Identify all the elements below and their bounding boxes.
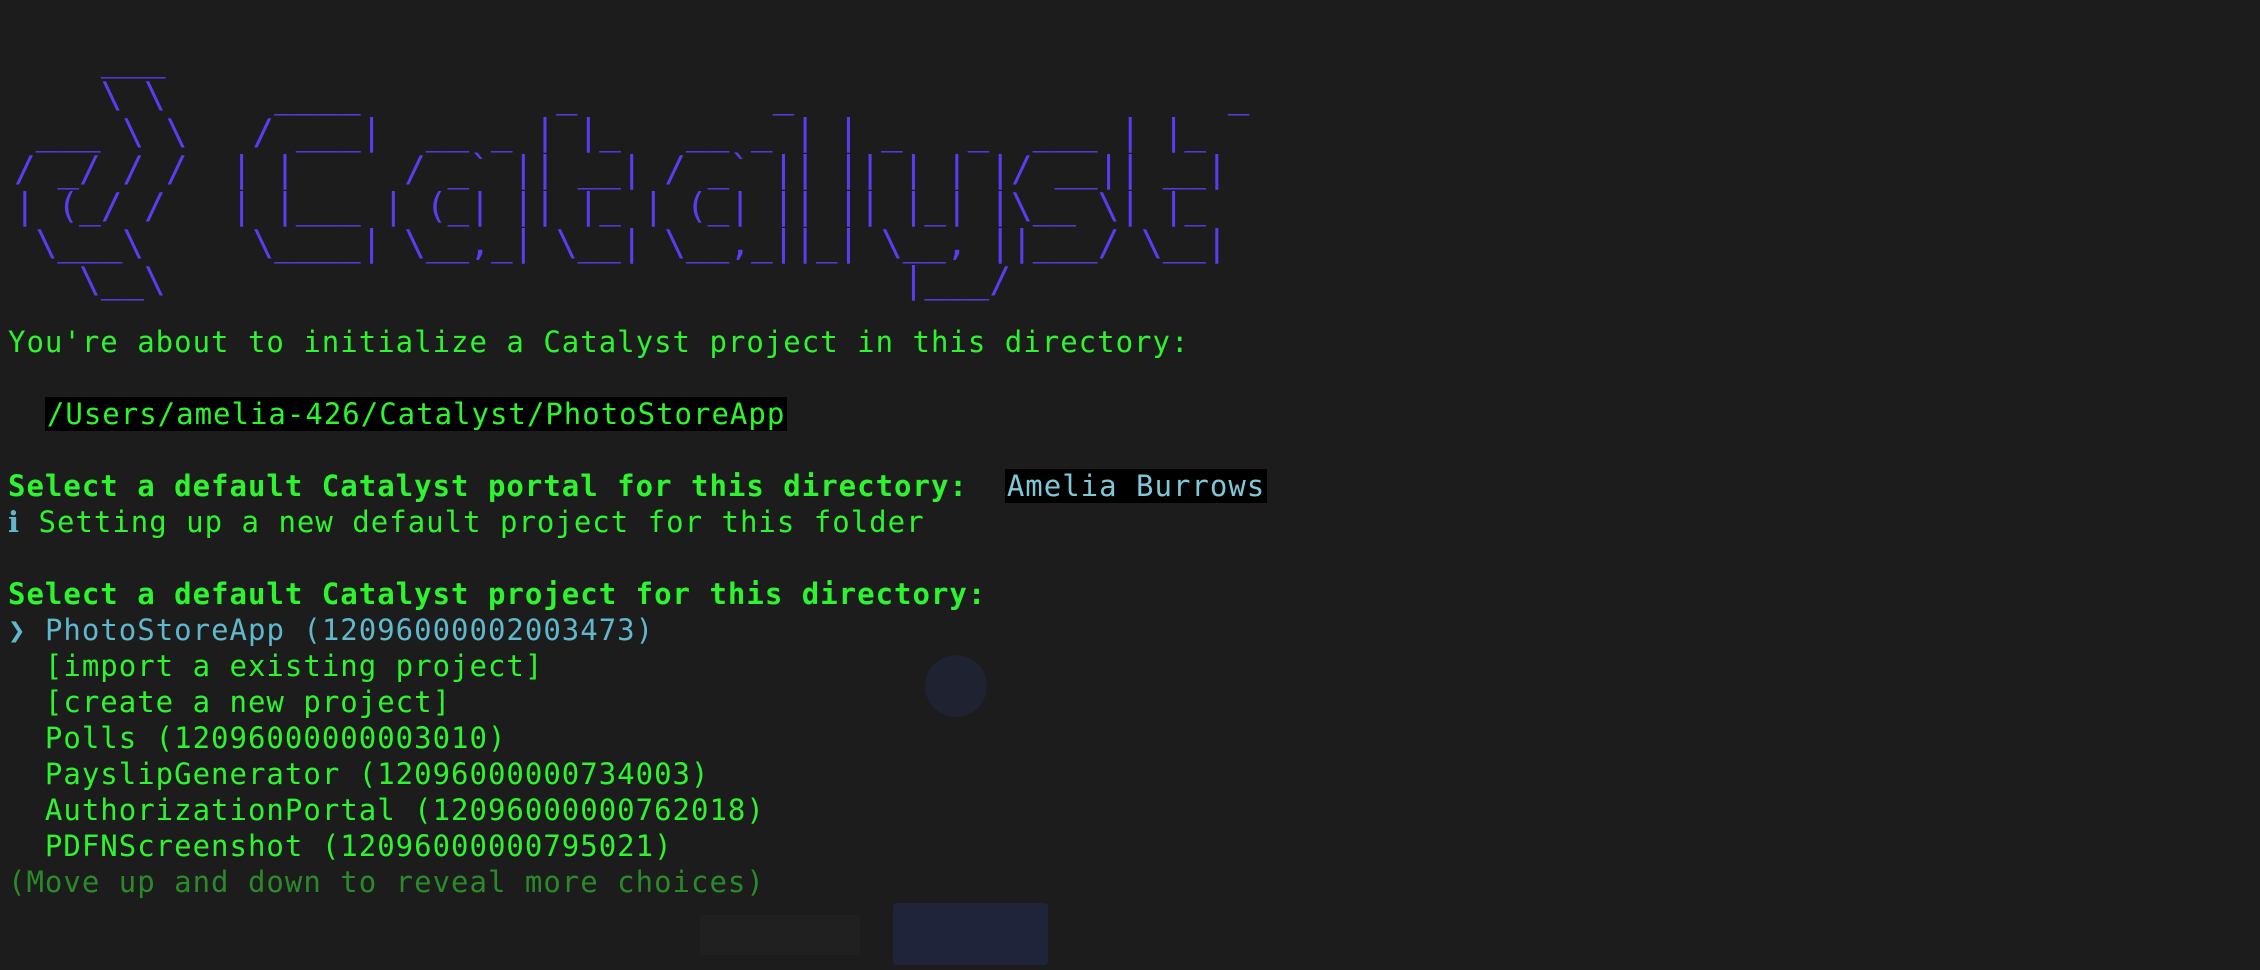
project-choice[interactable]: AuthorizationPortal (12096000000762018) xyxy=(8,792,765,828)
ghost-avatar xyxy=(925,655,987,717)
info-line: ℹ Setting up a new default project for t… xyxy=(8,504,925,540)
choice-label: PayslipGenerator (12096000000734003) xyxy=(44,757,710,791)
intro-message: You're about to initialize a Catalyst pr… xyxy=(8,325,1190,359)
project-choice[interactable]: PDFNScreenshot (12096000000795021) xyxy=(8,828,673,864)
project-choice[interactable]: [create a new project] xyxy=(8,684,451,720)
info-message: Setting up a new default project for thi… xyxy=(38,505,925,539)
directory-path: /Users/amelia-426/Catalyst/PhotoStoreApp xyxy=(44,397,788,431)
ghost-primary-button xyxy=(893,903,1048,965)
project-choice[interactable]: [import a existing project] xyxy=(8,648,543,684)
project-choice-selected[interactable]: ❯ PhotoStoreApp (12096000002003473) xyxy=(8,612,654,648)
catalyst-ascii-logo: ___ \ \ ____ _ _ _ ___ \ \ / ___| __ _ |… xyxy=(14,38,1250,301)
cursor-chevron-icon: ❯ xyxy=(8,613,27,647)
choice-label: [import a existing project] xyxy=(44,649,544,683)
choice-label: Polls (12096000000003010) xyxy=(44,721,507,755)
directory-path-line: /Users/amelia-426/Catalyst/PhotoStoreApp xyxy=(8,396,788,432)
portal-answer: Amelia Burrows xyxy=(1004,469,1268,503)
ghost-secondary-button xyxy=(700,915,860,955)
project-choice[interactable]: Polls (12096000000003010) xyxy=(8,720,506,756)
choice-label: [create a new project] xyxy=(44,685,452,719)
choice-label: PhotoStoreApp (12096000002003473) xyxy=(44,613,655,647)
choice-label: PDFNScreenshot (12096000000795021) xyxy=(44,829,673,863)
project-choice[interactable]: PayslipGenerator (12096000000734003) xyxy=(8,756,709,792)
choice-label: AuthorizationPortal (12096000000762018) xyxy=(44,793,765,827)
info-icon: ℹ xyxy=(8,505,21,539)
portal-question: Select a default Catalyst portal for thi… xyxy=(8,469,968,503)
project-question: Select a default Catalyst project for th… xyxy=(8,577,987,611)
scroll-hint: (Move up and down to reveal more choices… xyxy=(8,865,765,899)
portal-prompt-line: Select a default Catalyst portal for thi… xyxy=(8,468,1268,504)
terminal-window: ___ \ \ ____ _ _ _ ___ \ \ / ___| __ _ |… xyxy=(0,0,2260,970)
